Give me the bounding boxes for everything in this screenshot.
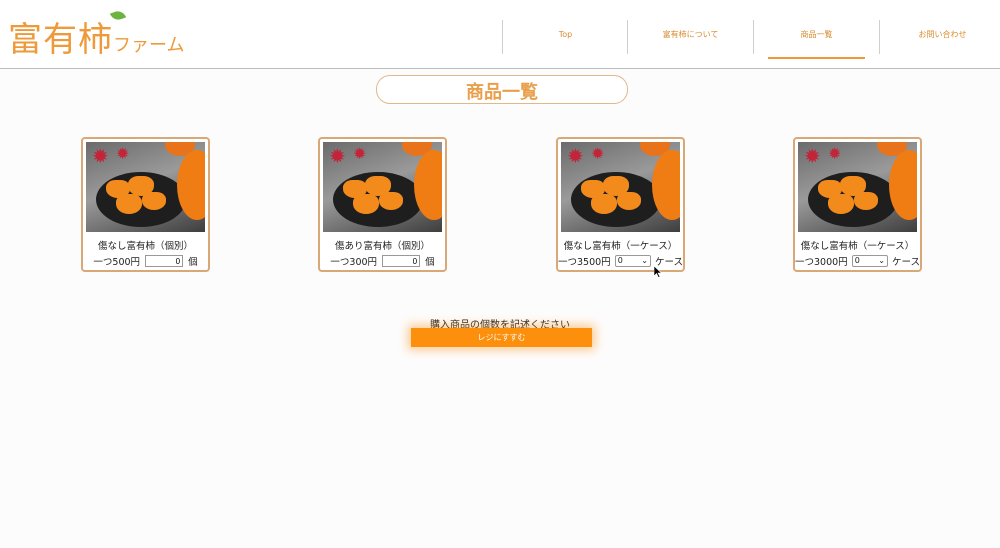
product-price: 一つ3500円 [558,257,611,268]
product-price: 一つ3000円 [795,257,848,268]
product-name: 傷あり富有柿（個別） [334,241,430,252]
unit-label: 個 [425,257,435,268]
quantity-input[interactable] [145,255,184,267]
product-card: ✹ ✹ 傷なし富有柿（一ケース） 一つ3500円 0 ⌄ ケース [556,137,685,272]
logo-text: 富有柿ファーム [8,20,185,60]
product-image: ✹ ✹ [798,142,917,232]
product-image: ✹ ✹ [86,142,205,232]
unit-label: 個 [188,257,198,268]
quantity-select[interactable]: 0 ⌄ [851,255,888,267]
product-price-row: 一つ300円 個 [320,254,445,268]
product-image: ✹ ✹ [323,142,442,232]
product-name: 傷なし富有柿（一ケース） [563,241,678,252]
checkout-button[interactable]: レジにすすむ [411,328,592,347]
chevron-down-icon: ⌄ [878,256,885,265]
page-title: 商品一覧 [466,82,538,103]
product-name: 傷なし富有柿（一ケース） [800,241,915,252]
product-price: 一つ500円 [93,257,141,268]
nav-products[interactable]: 商品一覧 [753,20,879,59]
page-title-box: 商品一覧 [376,75,628,104]
nav-contact[interactable]: お問い合わせ [879,20,1000,54]
site-header: 富有柿ファーム Top 富有柿について 商品一覧 お問い合わせ [0,0,1000,69]
quantity-input[interactable] [382,255,421,267]
product-card: ✹ ✹ 傷あり富有柿（個別） 一つ300円 個 [318,137,447,272]
quantity-select[interactable]: 0 ⌄ [614,255,651,267]
site-logo[interactable]: 富有柿ファーム [8,8,198,60]
product-price-row: 一つ3000円 0 ⌄ ケース [795,254,920,268]
unit-label: ケース [891,257,920,268]
nav-about[interactable]: 富有柿について [627,20,753,54]
mouse-cursor-icon [654,266,662,278]
product-name: 傷なし富有柿（個別） [97,241,193,252]
chevron-down-icon: ⌄ [641,256,648,265]
product-card: ✹ ✹ 傷なし富有柿（一ケース） 一つ3000円 0 ⌄ ケース [793,137,922,272]
product-card: ✹ ✹ 傷なし富有柿（個別） 一つ500円 個 [81,137,210,272]
product-image: ✹ ✹ [561,142,680,232]
nav-top[interactable]: Top [502,20,628,54]
product-price-row: 一つ500円 個 [83,254,208,268]
product-price-row: 一つ3500円 0 ⌄ ケース [558,254,683,268]
product-price: 一つ300円 [330,257,378,268]
